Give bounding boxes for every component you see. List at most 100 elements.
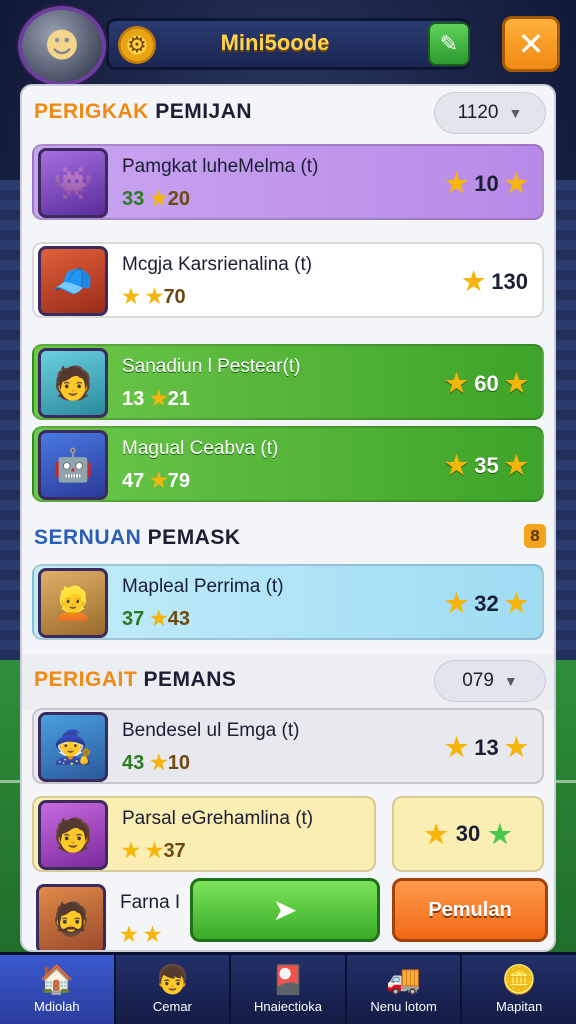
star-icon: ★ — [122, 286, 140, 308]
player-score: ★ 10 ★ — [445, 168, 528, 199]
player-score: ★ 32 ★ — [445, 588, 528, 619]
player-score: ★ 60 ★ — [445, 368, 528, 399]
player-name: Parsal eGrehamlina (t) — [122, 808, 314, 829]
score-value: 60 — [474, 370, 499, 396]
coins-icon: 🪙 — [501, 964, 537, 995]
star-icon: ★ — [504, 732, 528, 762]
player-stat-2: 79 — [167, 470, 190, 492]
section-title-rest: PEMIJAN — [148, 100, 253, 123]
star-icon: ★ — [143, 924, 162, 946]
player-icon: 👦 — [154, 964, 190, 995]
star-icon: ★ — [145, 840, 164, 862]
player-stat-2: 70 — [163, 286, 186, 308]
score-value: 32 — [474, 590, 499, 616]
star-icon: ★ — [444, 450, 469, 480]
player-stat-2: 20 — [167, 188, 190, 210]
player-row[interactable]: 👱 Mapleal Perrima (t) 37 ★43 ★ 32 ★ — [32, 564, 544, 640]
player-stats: 13 ★21 — [122, 386, 190, 411]
section-header-2: SERNUAN PEMASK 8 — [22, 512, 554, 568]
primary-action-button[interactable]: Pemulan — [392, 878, 548, 942]
score-value: 10 — [474, 170, 499, 196]
star-icon: ★ — [145, 286, 164, 308]
player-row[interactable]: 🧔 Farna I ★ ★ — [32, 882, 212, 950]
player-stat-1: 13 — [122, 388, 145, 410]
star-icon: ★ — [424, 818, 448, 849]
nav-item-shop[interactable]: 🚚 Nenu lotom — [347, 955, 463, 1024]
player-portrait: 🧢 — [38, 246, 108, 316]
player-stats: ★ ★ — [120, 922, 161, 947]
player-stat-2: 10 — [167, 752, 190, 774]
player-row[interactable]: 🧑 Sanadiun l Pestear(t) 13 ★21 ★ 60 ★ — [32, 344, 544, 420]
player-avatar[interactable]: ☻ — [18, 6, 106, 86]
section-header-1: PERIGKAK PEMIJAN 1120 ▼ — [22, 86, 554, 142]
player-portrait: 🧑 — [38, 348, 108, 418]
player-row[interactable]: 🤖 Magual Ceabva (t) 47 ★ 79 ★ 35 ★ — [32, 426, 544, 502]
star-icon: ★ — [149, 752, 168, 774]
section-title-1: PERIGKAK PEMIJAN — [34, 100, 252, 124]
section-title-rest: PEMASK — [141, 526, 241, 549]
player-name: Mapleal Perrima (t) — [122, 576, 284, 597]
player-row[interactable]: 🧢 Mcgja Karsrienalina (t) ★ ★70 ★ 130 — [32, 242, 544, 318]
nav-item-home[interactable]: 🏠 Mdiolah — [0, 955, 116, 1024]
home-icon: 🏠 — [39, 964, 75, 995]
player-name: Farna I — [120, 892, 181, 913]
chat-icon[interactable]: ✎ — [428, 22, 470, 66]
section-title-3: PERIGAIT PEMANS — [34, 668, 236, 692]
nav-label: Hnaiectioka — [254, 999, 322, 1014]
player-portrait: 👾 — [38, 148, 108, 218]
score-value: 35 — [474, 452, 499, 478]
chevron-down-icon: ▼ — [508, 105, 523, 121]
player-name: Pamgkat luheMelma (t) — [122, 156, 319, 177]
player-portrait: 🧙 — [38, 712, 108, 782]
top-bar: ☻ ⚙ Mini5oode ✎ ✕ — [0, 0, 576, 88]
player-stats: ★ ★37 — [122, 838, 186, 863]
star-icon: ★ — [149, 188, 168, 210]
leaderboard-panel: PERIGKAK PEMIJAN 1120 ▼ 👾 Pamgkat luheMe… — [20, 84, 556, 952]
star-icon: ★ — [444, 732, 469, 762]
star-icon: ★ — [504, 168, 528, 198]
nav-item-coins[interactable]: 🪙 Mapitan — [462, 955, 576, 1024]
star-icon: ★ — [120, 924, 138, 946]
player-stats: 37 ★43 — [122, 606, 190, 631]
player-score: ★ 130 — [462, 266, 528, 297]
player-portrait: 🧔 — [36, 884, 106, 950]
score-card[interactable]: ★ 30 ★ — [392, 796, 544, 872]
chevron-down-icon: ▼ — [503, 673, 518, 689]
gear-icon[interactable]: ⚙ — [118, 26, 156, 64]
close-icon[interactable]: ✕ — [502, 16, 560, 72]
arrow-right-icon[interactable]: ➤ — [190, 878, 380, 942]
star-icon: ★ — [122, 840, 140, 862]
player-stats: 43 ★10 — [122, 750, 190, 775]
player-stat-1: 37 — [122, 608, 145, 630]
app-title: Mini5oode — [220, 30, 330, 55]
stadium-right — [554, 180, 576, 740]
player-stat-2: 37 — [163, 840, 186, 862]
nav-item-cards[interactable]: 🎴 Hnaiectioka — [231, 955, 347, 1024]
player-stat-1: 47 — [122, 470, 145, 492]
player-portrait: 👱 — [38, 568, 108, 638]
player-portrait: 🧑 — [38, 800, 108, 870]
player-score: ★ 35 ★ — [445, 450, 528, 481]
nav-label: Nenu lotom — [370, 999, 437, 1014]
player-name: Magual Ceabva (t) — [122, 438, 279, 459]
player-row[interactable]: 🧙 Bendesel ul Emga (t) 43 ★10 ★ 13 ★ — [32, 708, 544, 784]
star-icon: ★ — [444, 588, 469, 618]
player-row[interactable]: 🧑 Parsal eGrehamlina (t) ★ ★37 — [32, 796, 376, 872]
player-portrait: 🤖 — [38, 430, 108, 500]
cards-icon: 🎴 — [270, 964, 306, 995]
star-icon: ★ — [504, 450, 528, 480]
section-title-2: SERNUAN PEMASK — [34, 526, 241, 550]
nav-item-player[interactable]: 👦 Cemar — [116, 955, 232, 1024]
star-icon: ★ — [504, 368, 528, 398]
star-icon: ★ — [488, 818, 512, 849]
section3-dropdown[interactable]: 079 ▼ — [434, 660, 546, 702]
star-icon: ★ — [461, 266, 486, 296]
section-title-accent: SERNUAN — [34, 526, 142, 549]
star-icon: ★ — [149, 608, 168, 630]
section1-dropdown[interactable]: 1120 ▼ — [434, 92, 546, 134]
player-row[interactable]: 👾 Pamgkat luheMelma (t) 33 ★20 ★ 10 ★ — [32, 144, 544, 220]
section-title-rest: PEMANS — [137, 668, 237, 691]
star-icon: ★ — [504, 588, 528, 618]
player-name: Bendesel ul Emga (t) — [122, 720, 300, 741]
player-stats: 33 ★20 — [122, 186, 190, 211]
